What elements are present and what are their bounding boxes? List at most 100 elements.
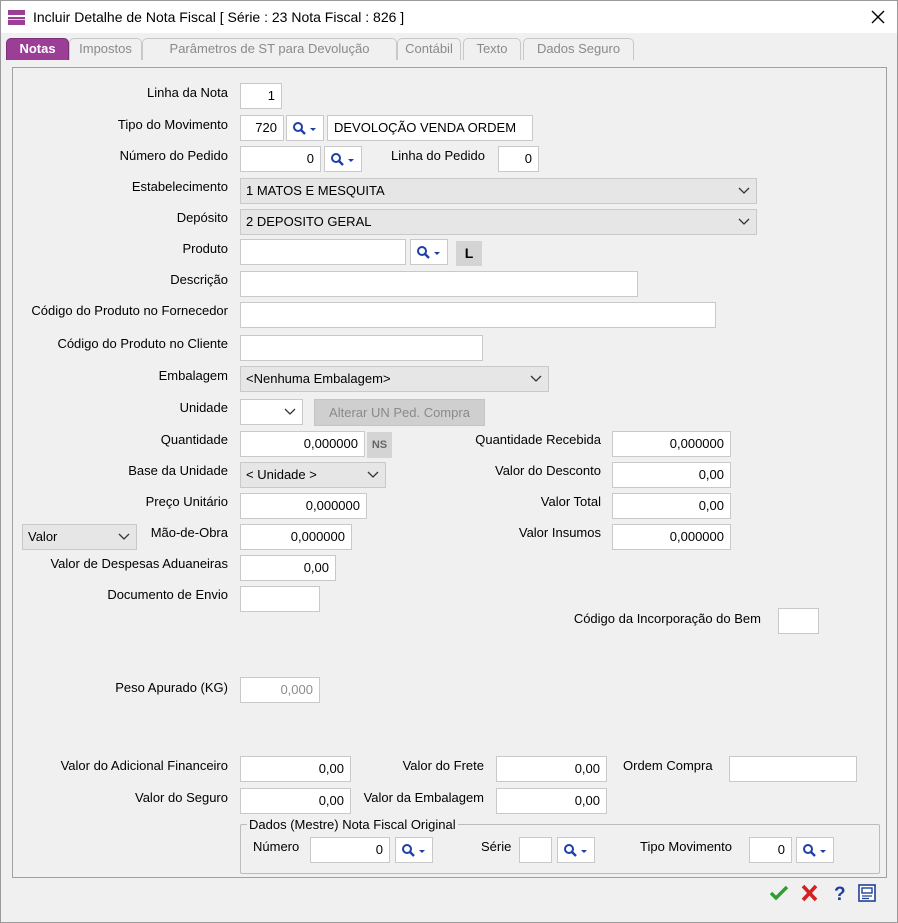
despesas-aduaneiras-field[interactable]: 0,00 [240,555,336,581]
tab-texto[interactable]: Texto [463,38,521,60]
cancel-x-icon [798,882,820,904]
tab-dados-seguro[interactable]: Dados Seguro [523,38,634,60]
valor-frete-field[interactable]: 0,00 [496,756,607,782]
search-icon [401,843,427,859]
valor-frete-label: Valor do Frete [403,758,484,773]
quantidade-recebida-field[interactable]: 0,000000 [612,431,731,457]
chevron-down-icon [530,375,542,383]
original-tipo-movimento-lookup-button[interactable] [796,837,834,863]
cod-cliente-field[interactable] [240,335,483,361]
tab-impostos[interactable]: Impostos [69,38,142,60]
chevron-down-icon [118,533,130,541]
tab-contabil[interactable]: Contábil [397,38,461,60]
cod-cliente-label: Código do Produto no Cliente [57,336,228,351]
app-icon [8,10,25,25]
nota-fiscal-original-title: Dados (Mestre) Nota Fiscal Original [247,817,458,832]
alterar-un-pedido-compra-button[interactable]: Alterar UN Ped. Compra [314,399,485,426]
linha-pedido-label: Linha do Pedido [391,148,485,163]
numero-pedido-field[interactable]: 0 [240,146,321,172]
estabelecimento-value: 1 MATOS E MESQUITA [246,183,385,198]
ordem-compra-field[interactable] [729,756,857,782]
cod-fornecedor-label: Código do Produto no Fornecedor [31,303,228,318]
produto-l-button[interactable]: L [456,241,482,266]
quantidade-label: Quantidade [161,432,228,447]
unidade-select[interactable] [240,399,303,425]
search-icon [416,245,442,261]
tipo-movimento-code-field[interactable]: 720 [240,115,284,141]
window-title: Incluir Detalhe de Nota Fiscal [ Série :… [33,9,404,25]
mao-obra-tipo-select[interactable]: Valor [22,524,137,550]
search-icon [330,152,356,168]
close-button[interactable] [863,4,893,30]
valor-total-field[interactable]: 0,00 [612,493,731,519]
mao-obra-field[interactable]: 0,000000 [240,524,352,550]
valor-seguro-field[interactable]: 0,00 [240,788,351,814]
embalagem-label: Embalagem [159,368,228,383]
numero-pedido-label: Número do Pedido [120,148,228,163]
original-serie-label: Série [481,839,511,854]
base-unidade-select[interactable]: < Unidade > [240,462,386,488]
original-tipo-movimento-field[interactable]: 0 [749,837,792,863]
valor-seguro-label: Valor do Seguro [135,790,228,805]
valor-desconto-field[interactable]: 0,00 [612,462,731,488]
base-unidade-value: < Unidade > [246,467,317,482]
peso-apurado-label: Peso Apurado (KG) [115,680,228,695]
cod-fornecedor-field[interactable] [240,302,716,328]
produto-lookup-button[interactable] [410,239,448,265]
tipo-movimento-description[interactable]: DEVOLOÇÃO VENDA ORDEM [327,115,533,141]
peso-apurado-field[interactable]: 0,000 [240,677,320,703]
numero-pedido-lookup-button[interactable] [324,146,362,172]
title-bar: Incluir Detalhe de Nota Fiscal [ Série :… [1,1,897,33]
original-serie-lookup-button[interactable] [557,837,595,863]
search-icon [802,843,828,859]
original-serie-field[interactable] [519,837,552,863]
help-button[interactable]: ? [828,882,850,904]
adicional-financeiro-field[interactable]: 0,00 [240,756,351,782]
valor-insumos-field[interactable]: 0,000000 [612,524,731,550]
tab-notas[interactable]: Notas [6,38,69,60]
dialog-window: Incluir Detalhe de Nota Fiscal [ Série :… [0,0,898,923]
help-question-icon: ? [828,882,850,904]
tab-parametros-st[interactable]: Parâmetros de ST para Devolução [142,38,397,60]
produto-field[interactable] [240,239,406,265]
linha-nota-label: Linha da Nota [147,85,228,100]
quantidade-field[interactable]: 0,000000 [240,431,365,457]
chevron-down-icon [284,408,296,416]
chevron-down-icon [738,218,750,226]
print-button[interactable] [856,882,878,904]
estabelecimento-select[interactable]: 1 MATOS E MESQUITA [240,178,757,204]
despesas-aduaneiras-label: Valor de Despesas Aduaneiras [50,556,228,571]
valor-total-label: Valor Total [541,494,601,509]
tipo-movimento-lookup-button[interactable] [286,115,324,141]
tipo-movimento-label: Tipo do Movimento [118,117,228,132]
cancel-button[interactable] [798,882,820,904]
deposito-value: 2 DEPOSITO GERAL [246,214,371,229]
deposito-select[interactable]: 2 DEPOSITO GERAL [240,209,757,235]
cod-incorporacao-label: Código da Incorporação do Bem [574,611,761,626]
chevron-down-icon [738,187,750,195]
mao-obra-tipo-value: Valor [28,529,57,544]
embalagem-value: <Nenhuma Embalagem> [246,371,391,386]
produto-label: Produto [182,241,228,256]
embalagem-select[interactable]: <Nenhuma Embalagem> [240,366,549,392]
original-numero-field[interactable]: 0 [310,837,390,863]
search-icon [292,121,318,137]
confirm-button[interactable] [768,882,790,904]
printer-icon [856,882,878,904]
descricao-field[interactable] [240,271,638,297]
cod-incorporacao-field[interactable] [778,608,819,634]
original-tipo-movimento-label: Tipo Movimento [640,839,732,854]
mao-obra-label: Mão-de-Obra [151,525,228,540]
svg-text:?: ? [834,884,846,904]
quantidade-recebida-label: Quantidade Recebida [475,432,601,447]
ordem-compra-label: Ordem Compra [623,758,713,773]
original-numero-lookup-button[interactable] [395,837,433,863]
linha-pedido-field[interactable]: 0 [498,146,539,172]
search-icon [563,843,589,859]
valor-embalagem-field[interactable]: 0,00 [496,788,607,814]
ns-button[interactable]: NS [367,432,392,458]
documento-envio-field[interactable] [240,586,320,612]
preco-unitario-field[interactable]: 0,000000 [240,493,367,519]
preco-unitario-label: Preço Unitário [146,494,228,509]
linha-nota-field[interactable]: 1 [240,83,282,109]
